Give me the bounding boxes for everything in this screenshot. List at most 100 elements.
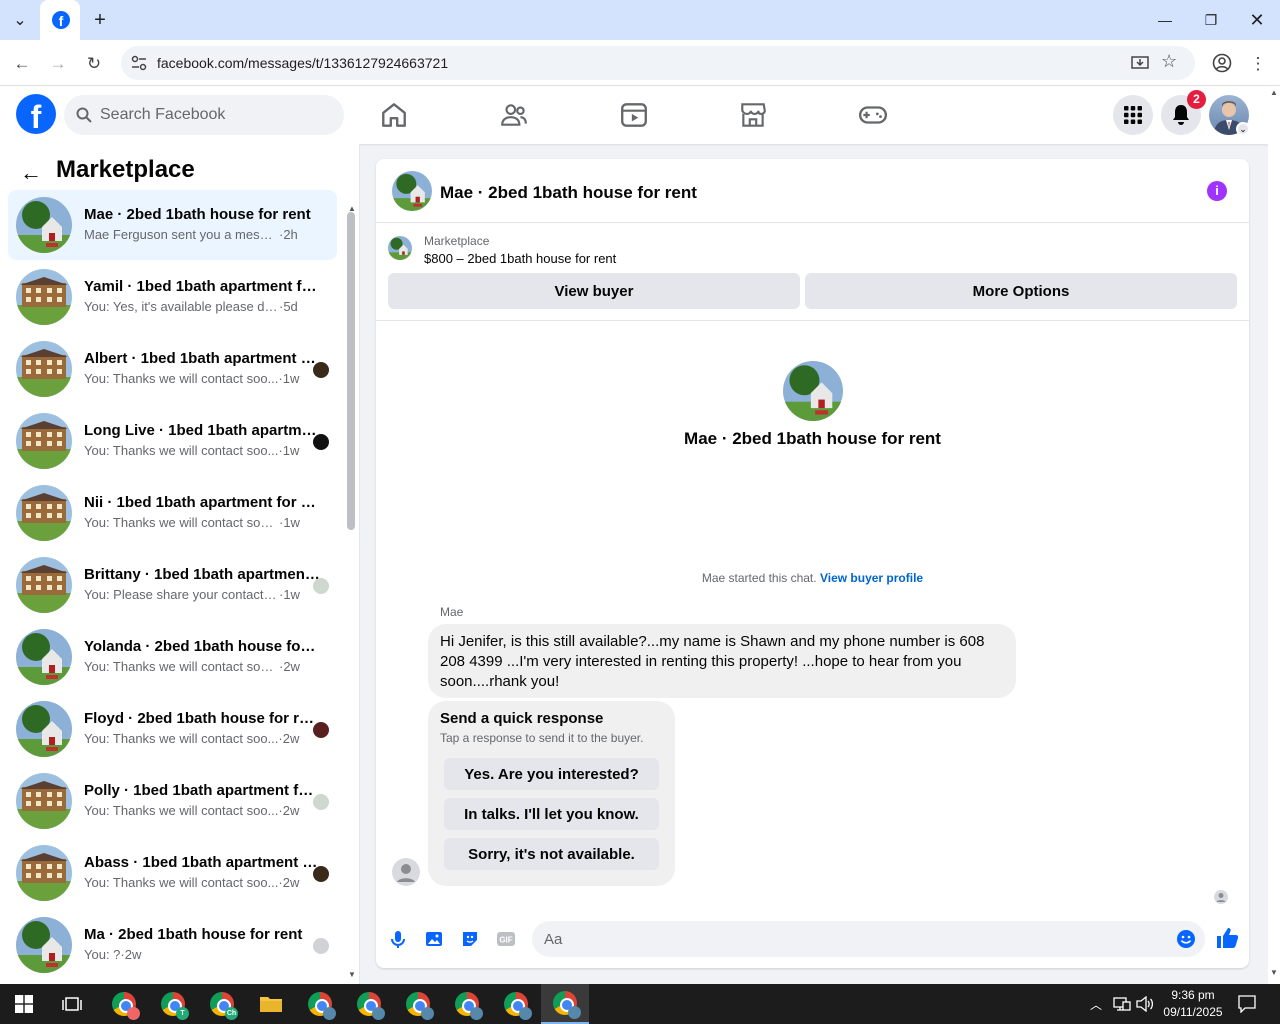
photo-icon[interactable] (424, 929, 444, 949)
conversation-preview-text: You: Thanks we will contact soon w... (84, 515, 279, 530)
emoji-icon[interactable] (1176, 929, 1196, 949)
like-thumbs-up-icon[interactable] (1215, 926, 1239, 950)
facebook-logo-icon[interactable]: f (16, 94, 56, 135)
conversation-sidebar: ← Marketplace Mae · 2bed 1bath house for… (0, 144, 360, 984)
scroll-down-icon[interactable]: ▼ (348, 970, 356, 979)
page-scrollbar[interactable]: ▲ ▼ (1268, 86, 1280, 984)
sidebar-scrollbar[interactable]: ▲ ▼ (347, 204, 356, 984)
search-input[interactable] (100, 95, 330, 135)
browser-tab-facebook[interactable]: f (40, 0, 80, 40)
conversation-item[interactable]: Ma · 2bed 1bath house for rent You: ? ·2w (8, 910, 337, 980)
view-buyer-button[interactable]: View buyer (388, 273, 800, 309)
back-arrow-icon[interactable]: ← (10, 52, 34, 76)
tab-search-chevron-icon[interactable]: ⌄ (8, 8, 32, 32)
conversation-item[interactable]: Nii · 1bed 1bath apartment for rent You: … (8, 478, 337, 548)
action-center-icon[interactable] (1238, 995, 1256, 1013)
taskbar-chrome-2[interactable]: T (149, 984, 197, 1024)
home-icon[interactable] (379, 100, 409, 130)
conversation-time: ·5d (279, 299, 298, 314)
browser-menu-icon[interactable]: ⋮ (1246, 52, 1270, 76)
volume-icon[interactable] (1136, 996, 1154, 1012)
view-buyer-profile-link[interactable]: View buyer profile (820, 571, 923, 585)
minimize-icon[interactable]: — (1150, 8, 1180, 32)
conversation-item[interactable]: Yamil · 1bed 1bath apartment for rent You… (8, 262, 337, 332)
marketplace-icon[interactable] (738, 100, 768, 130)
chrome-icon (406, 992, 434, 1020)
listing-title[interactable]: $800 – 2bed 1bath house for rent (424, 251, 616, 266)
page-scroll-down-icon[interactable]: ▼ (1270, 968, 1278, 977)
install-app-icon[interactable] (1131, 54, 1149, 72)
taskbar-chrome-8[interactable] (492, 984, 540, 1024)
sender-avatar[interactable] (392, 858, 420, 886)
friends-icon[interactable] (499, 100, 529, 130)
back-arrow-icon[interactable]: ← (20, 160, 42, 186)
conversation-preview: You: Yes, it's available please drop y..… (84, 299, 298, 314)
conversation-preview: You: Please share your contact n... ·1w (84, 587, 300, 602)
conversation-item[interactable]: Long Live · 1bed 1bath apartment for ren… (8, 406, 337, 476)
scroll-thumb[interactable] (347, 212, 355, 530)
gaming-icon[interactable] (858, 100, 888, 130)
intro-avatar[interactable] (783, 361, 843, 421)
gif-icon[interactable]: GIF (496, 929, 516, 949)
conversation-thumbnail (16, 917, 72, 973)
close-window-icon[interactable]: ✕ (1242, 8, 1272, 32)
conversation-item[interactable]: Mae · 2bed 1bath house for rent Mae Fergu… (8, 190, 337, 260)
quick-response-card: Send a quick response Tap a response to … (428, 701, 675, 886)
page-scroll-up-icon[interactable]: ▲ (1270, 88, 1278, 97)
network-icon[interactable] (1113, 996, 1131, 1012)
taskbar-chrome-5[interactable] (345, 984, 393, 1024)
profile-icon[interactable] (1212, 53, 1232, 73)
menu-grid-button[interactable] (1113, 95, 1153, 135)
forward-arrow-icon[interactable]: → (46, 52, 70, 76)
taskbar-file-explorer[interactable] (247, 984, 295, 1024)
bookmark-star-icon[interactable]: ☆ (1161, 51, 1177, 72)
conversation-item[interactable]: Polly · 1bed 1bath apartment for rent You… (8, 766, 337, 836)
conversation-thumbnail (16, 197, 72, 253)
conversation-time: ·2w (278, 803, 300, 818)
quick-response-sorry-button[interactable]: Sorry, it's not available. (444, 838, 659, 870)
listing-thumbnail[interactable] (388, 236, 412, 260)
taskbar-chrome-3[interactable]: Ch (198, 984, 246, 1024)
conversation-preview: Mae Ferguson sent you a message ...·2h (84, 227, 298, 242)
info-icon[interactable]: i (1207, 181, 1227, 201)
sticker-icon[interactable] (460, 929, 480, 949)
quick-response-talks-button[interactable]: In talks. I'll let you know. (444, 798, 659, 830)
video-icon[interactable] (619, 100, 649, 130)
clock[interactable]: 9:36 pm 09/11/2025 (1158, 987, 1228, 1021)
conversation-item[interactable]: Yolanda · 2bed 1bath house for rent You: … (8, 622, 337, 692)
conversation-thumbnail (16, 269, 72, 325)
folder-icon (260, 997, 282, 1012)
windows-taskbar: T Ch ︿ 9:36 pm 09/11/2025 (0, 984, 1280, 1024)
conversation-item[interactable]: Abass · 1bed 1bath apartment for rent You… (8, 838, 337, 908)
account-chevron-icon[interactable]: ⌄ (1236, 122, 1250, 136)
reload-icon[interactable]: ↻ (82, 52, 106, 76)
taskbar-chrome-4[interactable] (296, 984, 344, 1024)
site-info-icon[interactable] (131, 55, 147, 71)
new-tab-plus-icon[interactable]: + (88, 8, 112, 32)
taskbar-chrome-6[interactable] (394, 984, 442, 1024)
message-bubble[interactable]: Hi Jenifer, is this still available?...m… (428, 624, 1016, 698)
chat-avatar[interactable] (392, 171, 432, 211)
url-text[interactable]: facebook.com/messages/t/1336127924663721 (157, 55, 448, 71)
conversation-time: ·1w (278, 371, 300, 386)
taskbar-chrome-1[interactable] (100, 984, 148, 1024)
chat-title[interactable]: Mae · 2bed 1bath house for rent (440, 183, 697, 203)
tray-chevron-up-icon[interactable]: ︿ (1090, 996, 1102, 1013)
chat-header: Mae · 2bed 1bath house for rent i (376, 159, 1249, 223)
chrome-icon: T (161, 992, 189, 1020)
start-button[interactable] (0, 984, 48, 1024)
conversation-preview: You: Thanks we will contact soo... ·2w (84, 875, 299, 890)
more-options-button[interactable]: More Options (805, 273, 1237, 309)
taskbar-chrome-9[interactable] (541, 984, 589, 1024)
quick-response-yes-button[interactable]: Yes. Are you interested? (444, 758, 659, 790)
restore-icon[interactable]: ❐ (1196, 8, 1226, 32)
read-receipt-avatar (313, 362, 329, 378)
task-view-button[interactable] (48, 984, 96, 1024)
message-input[interactable] (544, 921, 1144, 957)
conversation-item[interactable]: Brittany · 1bed 1bath apartment for rent… (8, 550, 337, 620)
conversation-item[interactable]: Floyd · 2bed 1bath house for rent You: Th… (8, 694, 337, 764)
address-bar[interactable]: facebook.com/messages/t/1336127924663721… (121, 46, 1195, 80)
conversation-item[interactable]: Albert · 1bed 1bath apartment for rent Yo… (8, 334, 337, 404)
microphone-icon[interactable] (388, 929, 408, 949)
taskbar-chrome-7[interactable] (443, 984, 491, 1024)
